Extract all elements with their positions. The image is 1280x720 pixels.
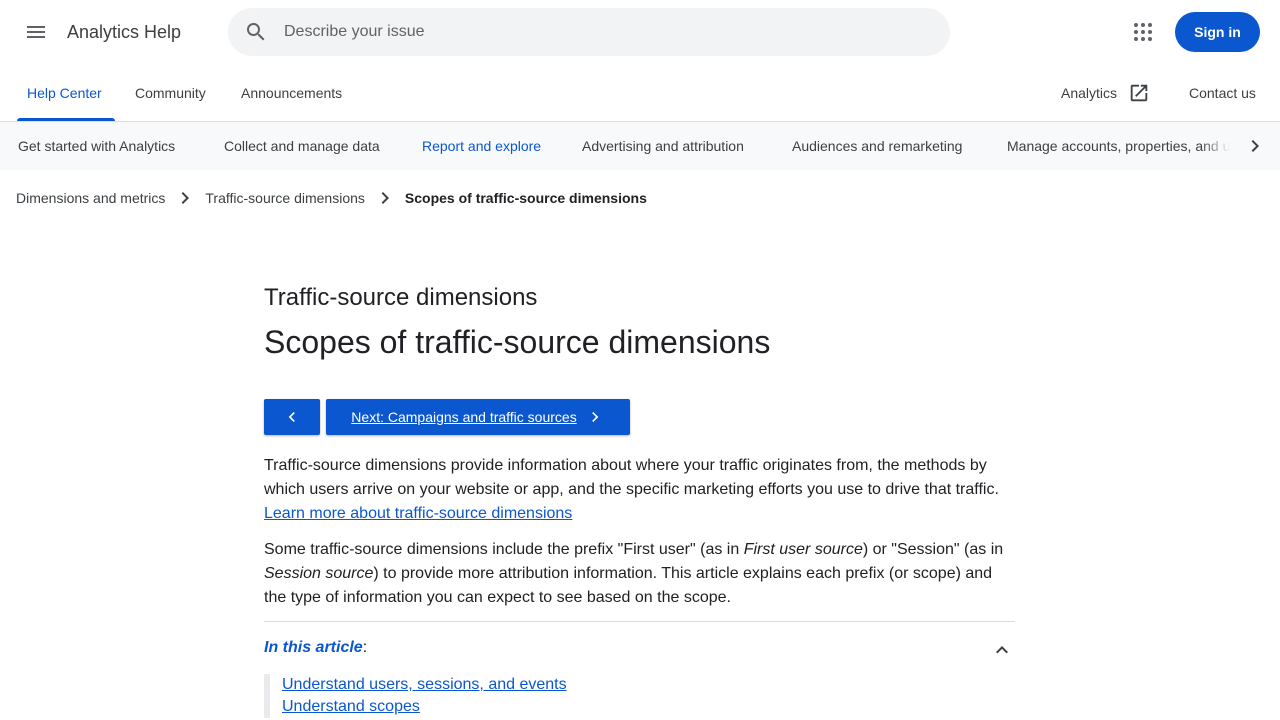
scope-example-first-user: First user source <box>743 541 863 558</box>
category-collect-data[interactable]: Collect and manage data <box>224 122 380 170</box>
active-tab-indicator <box>17 118 115 121</box>
tab-help-center[interactable]: Help Center <box>27 64 102 121</box>
chevron-right-icon <box>1251 140 1259 152</box>
intro-text: Traffic-source dimensions provide inform… <box>264 457 999 498</box>
article-kicker: Traffic-source dimensions <box>264 284 538 311</box>
chevron-right-icon <box>381 192 389 204</box>
category-advertising[interactable]: Advertising and attribution <box>582 122 744 170</box>
sign-in-button[interactable]: Sign in <box>1175 12 1260 52</box>
toc-label: In this article <box>264 639 363 656</box>
scope-text-b: ) or "Session" (as in <box>862 541 1004 558</box>
main-menu-button[interactable] <box>18 14 54 50</box>
analytics-product-link[interactable]: Analytics <box>1061 64 1150 121</box>
toc-item-understand-scopes[interactable]: Understand scopes <box>282 696 1015 718</box>
previous-article-button[interactable] <box>264 399 320 435</box>
scope-example-session: Session source <box>264 565 374 582</box>
toc-header[interactable]: In this article: <box>264 636 1015 660</box>
search-icon[interactable] <box>244 20 268 44</box>
scope-text-a: Some traffic-source dimensions include t… <box>264 541 744 558</box>
top-app-bar: Analytics Help Sign in <box>0 0 1280 64</box>
apps-grid-icon <box>1134 23 1152 41</box>
toc-item-users-sessions-events[interactable]: Understand users, sessions, and events <box>282 674 1015 696</box>
chevron-up-icon[interactable] <box>990 638 1014 662</box>
page-title: Scopes of traffic-source dimensions <box>264 324 771 360</box>
breadcrumb: Dimensions and metrics Traffic-source di… <box>16 186 647 210</box>
search-input[interactable] <box>284 8 924 56</box>
breadcrumb-dimensions-metrics[interactable]: Dimensions and metrics <box>16 190 165 206</box>
contact-us-link[interactable]: Contact us <box>1189 64 1256 121</box>
app-title[interactable]: Analytics Help <box>67 22 181 43</box>
search-box[interactable] <box>228 8 950 56</box>
category-report-explore[interactable]: Report and explore <box>422 122 541 170</box>
next-article-button[interactable]: Next: Campaigns and traffic sources <box>326 399 630 435</box>
open-in-new-icon <box>1130 84 1148 101</box>
category-nav: Get started with Analytics Collect and m… <box>0 122 1280 170</box>
category-audiences[interactable]: Audiences and remarketing <box>792 122 962 170</box>
breadcrumb-traffic-source[interactable]: Traffic-source dimensions <box>205 190 365 206</box>
breadcrumb-current: Scopes of traffic-source dimensions <box>404 190 647 206</box>
scope-text-c: ) to provide more attribution informatio… <box>264 565 993 606</box>
intro-paragraph: Traffic-source dimensions provide inform… <box>264 454 1016 526</box>
google-apps-button[interactable] <box>1131 20 1155 44</box>
article: Traffic-source dimensions Scopes of traf… <box>264 282 1016 718</box>
chevron-left-icon <box>288 412 295 422</box>
next-article-label: Next: Campaigns and traffic sources <box>351 409 577 425</box>
learn-more-link[interactable]: Learn more about traffic-source dimensio… <box>264 505 572 522</box>
tab-announcements[interactable]: Announcements <box>241 64 342 121</box>
menu-icon <box>27 26 45 38</box>
chevron-right-icon <box>591 412 599 422</box>
category-fade <box>1200 122 1230 170</box>
help-tabs: Help Center Community Announcements Anal… <box>0 64 1280 122</box>
product-link-label: Analytics <box>1061 84 1118 101</box>
section-divider <box>264 621 1015 622</box>
category-get-started[interactable]: Get started with Analytics <box>18 122 175 170</box>
toc-colon: : <box>362 639 368 656</box>
chevron-right-icon <box>181 192 190 204</box>
tab-community[interactable]: Community <box>135 64 206 121</box>
scope-paragraph: Some traffic-source dimensions include t… <box>264 538 1016 610</box>
category-scroll-next-button[interactable] <box>1230 122 1280 170</box>
toc-list: Understand users, sessions, and events U… <box>264 674 1015 718</box>
